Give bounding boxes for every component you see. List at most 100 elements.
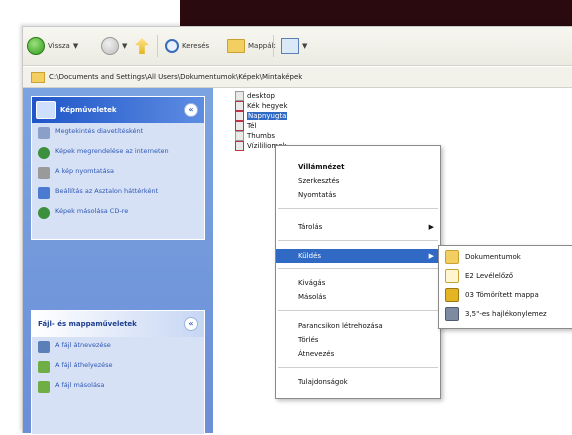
file-name: desktop xyxy=(247,92,275,100)
image-file-icon xyxy=(235,141,244,151)
menu-separator xyxy=(278,208,438,209)
mail-recipient-icon xyxy=(445,269,459,283)
menu-item-label: Parancsikon létrehozása xyxy=(298,322,383,330)
send-to-floppy[interactable]: 3,5"-es hajlékonylemez xyxy=(439,305,572,323)
menu-item-archive[interactable]: Tárolás ▶ xyxy=(276,220,440,234)
views-dropdown-icon: ▼ xyxy=(302,42,308,50)
task-item[interactable]: Képek másolása CD-re xyxy=(32,203,204,223)
order-prints-icon xyxy=(38,147,50,159)
menu-separator xyxy=(278,268,438,269)
file-item[interactable]: Tél xyxy=(235,121,355,131)
menu-item-delete[interactable]: Törlés xyxy=(276,333,440,347)
move-icon xyxy=(38,361,50,373)
address-bar[interactable]: C:\Documents and Settings\All Users\Doku… xyxy=(23,67,572,88)
views-button[interactable]: ▼ xyxy=(281,36,307,56)
file-tasks-title: Fájl- és mappaműveletek xyxy=(38,320,137,328)
menu-item-properties[interactable]: Tulajdonságok xyxy=(276,375,440,389)
submenu-arrow-icon: ▶ xyxy=(428,223,434,231)
menu-item-rename[interactable]: Átnevezés xyxy=(276,347,440,361)
menu-separator xyxy=(278,367,438,368)
collapse-chevron-icon[interactable]: « xyxy=(184,103,198,117)
menu-item-print[interactable]: Nyomtatás xyxy=(276,188,440,202)
task-item[interactable]: A kép nyomtatása xyxy=(32,163,204,183)
task-label: Képek megrendelése az interneten xyxy=(55,147,169,155)
submenu-item-label: Dokumentumok xyxy=(465,253,521,261)
menu-separator xyxy=(278,310,438,311)
file-list: desktop Kék hegyek Napnyugta Tél Thumbs … xyxy=(235,91,355,151)
copy-icon xyxy=(38,381,50,393)
file-name: Kék hegyek xyxy=(247,102,288,110)
forward-button[interactable]: ▼ xyxy=(101,36,127,56)
task-label: A fájl átnevezése xyxy=(55,341,111,349)
toolbar-separator xyxy=(157,35,158,57)
send-to-submenu: Dokumentumok E2 Levélelőző 03 Tömörített… xyxy=(438,245,572,329)
send-to-compressed-folder[interactable]: 03 Tömörített mappa xyxy=(439,286,572,304)
menu-item-label: Másolás xyxy=(298,293,327,301)
context-menu: Villámnézet Szerkesztés Nyomtatás Tárolá… xyxy=(275,145,441,399)
picture-tasks-icon xyxy=(36,101,56,119)
image-file-icon xyxy=(235,111,244,121)
task-label: Beállítás az Asztalon háttérként xyxy=(55,187,159,195)
task-item[interactable]: Képek megrendelése az interneten xyxy=(32,143,204,163)
task-item[interactable]: A fájl átnevezése xyxy=(32,337,204,357)
floppy-icon xyxy=(445,307,459,321)
address-folder-icon xyxy=(31,71,45,83)
menu-separator xyxy=(278,240,438,241)
menu-item-label: Kivágás xyxy=(298,279,326,287)
menu-item-label: Törlés xyxy=(298,336,319,344)
picture-tasks-header[interactable]: Képműveletek « xyxy=(32,97,204,123)
toolbar: Vissza ▼ ▼ Keresés Mappák ▼ xyxy=(23,27,572,66)
file-tasks-header[interactable]: Fájl- és mappaműveletek « xyxy=(32,311,204,337)
compressed-folder-icon xyxy=(445,288,459,302)
cd-copy-icon xyxy=(38,207,50,219)
forward-dropdown-icon[interactable]: ▼ xyxy=(122,42,127,50)
menu-item-label: Villámnézet xyxy=(298,163,345,171)
task-item[interactable]: A fájl áthelyezése xyxy=(32,357,204,377)
file-item[interactable]: desktop xyxy=(235,91,355,101)
back-button[interactable]: Vissza ▼ xyxy=(27,36,78,56)
menu-item-label: Átnevezés xyxy=(298,350,335,358)
slideshow-icon xyxy=(38,127,50,139)
file-tasks-panel: Fájl- és mappaműveletek « A fájl átnevez… xyxy=(31,310,205,435)
picture-tasks-panel: Képműveletek « Megtekintés diavetítéskén… xyxy=(31,96,205,240)
task-item[interactable]: Megtekintés diavetítésként xyxy=(32,123,204,143)
task-pane: Képműveletek « Megtekintés diavetítéskén… xyxy=(23,88,213,435)
documents-icon xyxy=(445,250,459,264)
file-item[interactable]: Thumbs xyxy=(235,131,355,141)
menu-item-cut[interactable]: Kivágás xyxy=(276,276,440,290)
folders-icon xyxy=(227,39,245,53)
menu-item-edit[interactable]: Szerkesztés xyxy=(276,174,440,188)
file-item-selected[interactable]: Napnyugta xyxy=(235,111,355,121)
file-icon xyxy=(235,131,244,141)
folders-button[interactable]: Mappák xyxy=(227,36,276,56)
file-item[interactable]: Kék hegyek xyxy=(235,101,355,111)
desktop-background-icon xyxy=(38,187,50,199)
picture-tasks-title: Képműveletek xyxy=(60,106,117,114)
print-icon xyxy=(38,167,50,179)
address-path[interactable]: C:\Documents and Settings\All Users\Doku… xyxy=(49,73,302,81)
task-label: Képek másolása CD-re xyxy=(55,207,129,215)
task-label: Megtekintés diavetítésként xyxy=(55,127,144,135)
up-folder-icon xyxy=(135,38,149,54)
menu-item-copy[interactable]: Másolás xyxy=(276,290,440,304)
menu-item-send-to[interactable]: Küldés ▶ xyxy=(276,249,440,263)
task-label: A fájl másolása xyxy=(55,381,105,389)
task-item[interactable]: Beállítás az Asztalon háttérként xyxy=(32,183,204,203)
submenu-arrow-icon: ▶ xyxy=(428,252,434,260)
menu-item-create-shortcut[interactable]: Parancsikon létrehozása xyxy=(276,319,440,333)
task-label: A fájl áthelyezése xyxy=(55,361,113,369)
search-label: Keresés xyxy=(182,42,210,50)
send-to-mail-recipient[interactable]: E2 Levélelőző xyxy=(439,267,572,285)
task-item[interactable]: A fájl másolása xyxy=(32,377,204,397)
search-button[interactable]: Keresés xyxy=(165,36,209,56)
back-dropdown-icon[interactable]: ▼ xyxy=(73,42,78,50)
file-name: Napnyugta xyxy=(247,112,288,120)
menu-item-label: Tulajdonságok xyxy=(298,378,348,386)
menu-item-preview[interactable]: Villámnézet xyxy=(276,160,440,174)
folders-label: Mappák xyxy=(248,42,276,50)
collapse-chevron-icon[interactable]: « xyxy=(184,317,198,331)
menu-item-label: Küldés xyxy=(298,252,322,260)
up-button[interactable] xyxy=(135,36,149,56)
search-icon xyxy=(165,39,179,53)
send-to-documents[interactable]: Dokumentumok xyxy=(439,248,572,266)
